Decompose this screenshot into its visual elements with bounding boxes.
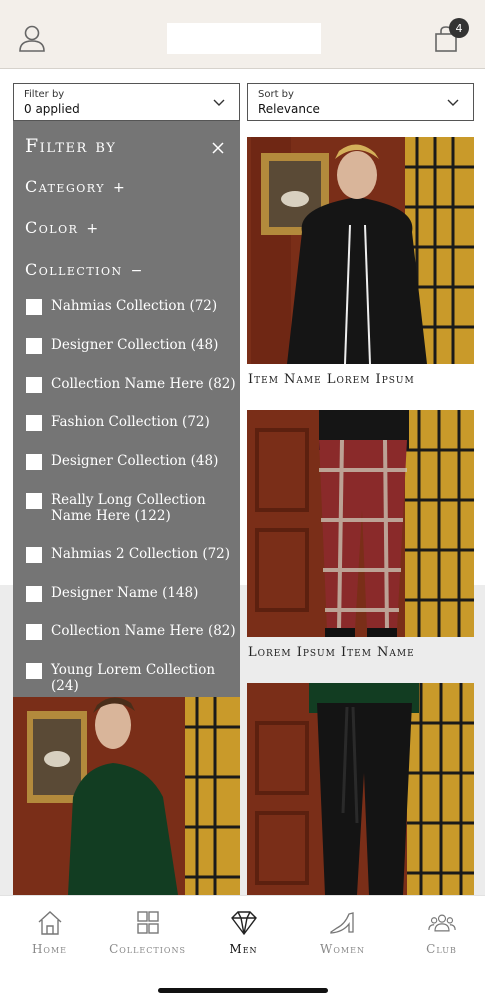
checkbox[interactable] [26, 299, 42, 315]
nav-men[interactable]: Men [195, 896, 292, 976]
sort-dropdown-value: Relevance [258, 102, 320, 116]
home-indicator [158, 988, 328, 993]
filter-section-collection[interactable]: Collection − [25, 260, 144, 279]
expand-icon: + [86, 221, 100, 237]
filter-section-category[interactable]: Category + [25, 177, 126, 196]
collection-option-label: Really Long Collection Name Here (122) [51, 492, 206, 524]
product-image[interactable] [247, 683, 474, 895]
checkbox[interactable] [26, 624, 42, 640]
collection-option-label: Nahmias 2 Collection (72) [51, 546, 231, 562]
nav-label: Collections [109, 942, 186, 956]
collection-option-label: Nahmias Collection (72) [51, 298, 218, 314]
checkbox[interactable] [26, 338, 42, 354]
sort-dropdown-label: Sort by [258, 89, 294, 100]
nav-label: Home [31, 942, 68, 956]
cart-count-badge: 4 [449, 18, 469, 38]
nav-label: Men [229, 942, 258, 956]
user-icon[interactable] [18, 24, 46, 54]
product-image[interactable] [247, 137, 474, 364]
bottom-nav: Home Collections Men Women Club [0, 895, 485, 1003]
checkbox[interactable] [26, 663, 42, 679]
checkbox[interactable] [26, 454, 42, 470]
product-name[interactable]: Lorem Ipsum Item Name [248, 645, 415, 660]
heel-icon [329, 912, 354, 934]
filter-dropdown[interactable]: Filter by 0 applied [13, 83, 240, 121]
diamond-icon [230, 911, 257, 936]
collection-option-label: Fashion Collection (72) [51, 414, 210, 430]
collection-option-label: Designer Name (148) [51, 585, 199, 601]
checkbox[interactable] [26, 415, 42, 431]
brand-logo[interactable] [167, 23, 321, 54]
filter-section-label: Category [25, 177, 105, 196]
collection-option-label: Young Lorem Collection (24) [51, 662, 216, 694]
product-image[interactable] [247, 410, 474, 637]
filter-section-label: Collection [25, 260, 123, 279]
filter-section-color[interactable]: Color + [25, 218, 100, 237]
group-icon [427, 914, 456, 932]
filter-dropdown-value: 0 applied [24, 102, 80, 116]
filter-panel-title: Filter by [25, 135, 117, 157]
close-icon[interactable] [212, 142, 224, 154]
sort-dropdown[interactable]: Sort by Relevance [247, 83, 474, 121]
checkbox[interactable] [26, 493, 42, 509]
chevron-down-icon [213, 99, 225, 106]
collapse-icon: − [130, 263, 144, 279]
filter-panel: Filter by Category + Color + Collection − N… [13, 121, 240, 697]
header: 4 [0, 0, 485, 69]
nav-label: Club [426, 942, 457, 956]
collection-option-label: Collection Name Here (82) [51, 623, 236, 639]
grid-icon [136, 911, 159, 934]
collection-option-label: Designer Collection (48) [51, 337, 219, 353]
checkbox[interactable] [26, 547, 42, 563]
nav-home[interactable]: Home [1, 896, 98, 976]
product-image[interactable] [13, 697, 240, 895]
expand-icon: + [112, 180, 127, 196]
home-icon [38, 911, 61, 935]
nav-label: Women [320, 942, 365, 956]
filter-dropdown-label: Filter by [24, 89, 65, 100]
checkbox[interactable] [26, 377, 42, 393]
nav-women[interactable]: Women [294, 896, 391, 976]
nav-collections[interactable]: Collections [99, 896, 196, 976]
collection-option-label: Collection Name Here (82) [51, 376, 236, 392]
checkbox[interactable] [26, 586, 42, 602]
product-name[interactable]: Item Name Lorem Ipsum [248, 372, 415, 387]
collection-option-label: Designer Collection (48) [51, 453, 219, 469]
filter-section-label: Color [25, 218, 79, 237]
chevron-down-icon [447, 99, 459, 106]
nav-club[interactable]: Club [393, 896, 485, 976]
